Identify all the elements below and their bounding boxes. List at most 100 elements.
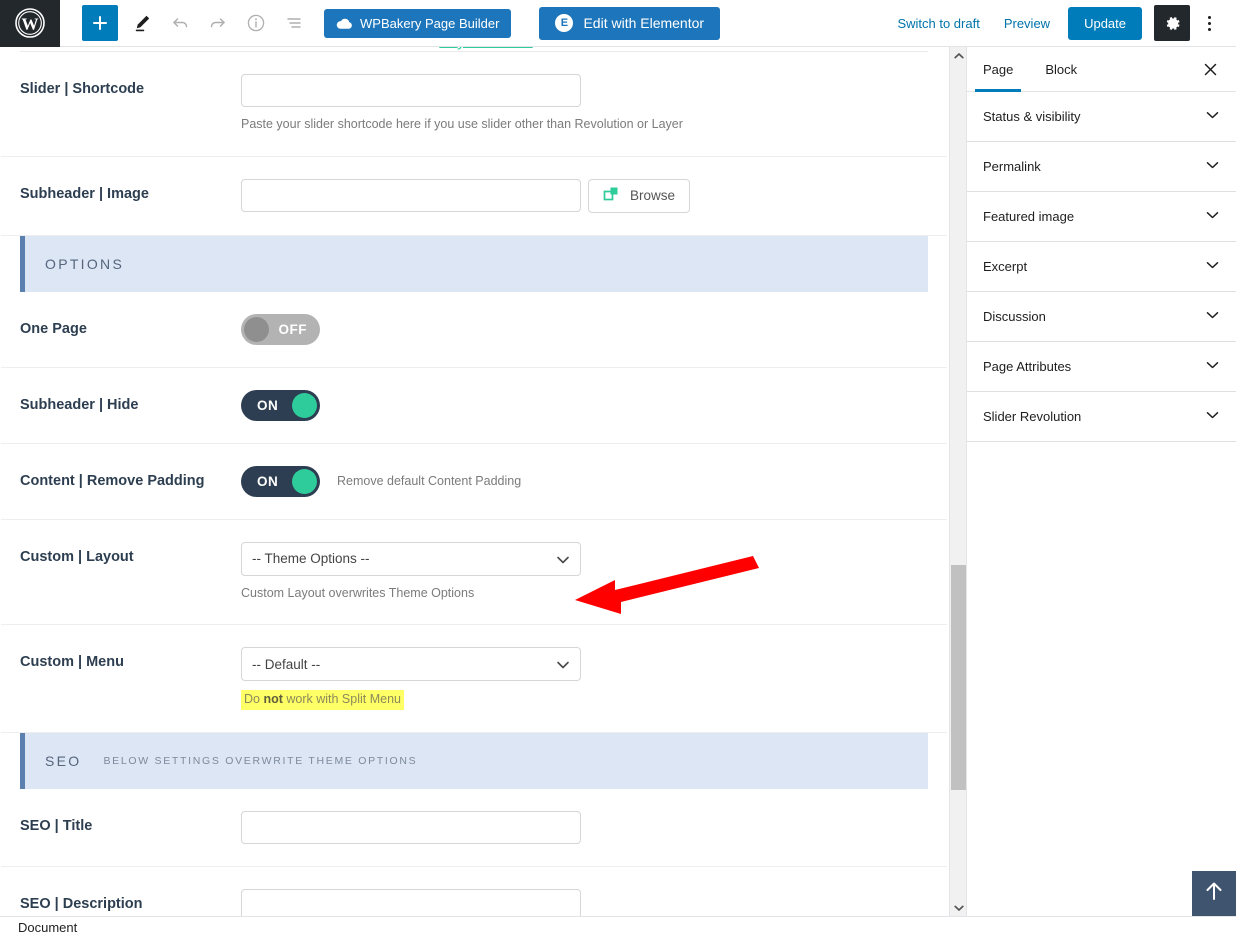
row-seo-title: SEO | Title (1, 789, 947, 867)
row-subheader-image: Subheader | Image Browse (1, 157, 947, 236)
wordpress-block-editor: W WPBakery Page Builder E Edit with Elem… (0, 0, 1236, 937)
scrollbar-down-arrow-icon[interactable] (950, 899, 967, 916)
sidebar-item-label: Featured image (983, 209, 1075, 224)
switch-to-draft-button[interactable]: Switch to draft (885, 16, 991, 31)
browse-button-subheader-image[interactable]: Browse (588, 178, 691, 213)
sidebar-item-status-visibility[interactable]: Status & visibility (967, 92, 1236, 142)
sidebar-item-slider-revolution[interactable]: Slider Revolution (967, 392, 1236, 442)
seo-description-input[interactable] (241, 888, 581, 916)
main-content-scrollbar[interactable] (949, 47, 966, 916)
chevron-down-icon (1205, 359, 1220, 374)
slider-shortcode-input[interactable] (241, 74, 581, 107)
list-view-icon[interactable] (276, 5, 312, 41)
hint-content-remove-padding: Remove default Content Padding (337, 473, 522, 488)
chevron-down-icon (1205, 209, 1220, 224)
scrollbar-thumb[interactable] (951, 565, 966, 790)
hint-custom-layout: Custom Layout overwrites Theme Options (241, 585, 475, 600)
sidebar-item-label: Discussion (983, 309, 1046, 324)
chevron-down-icon (1205, 159, 1220, 174)
sidebar-item-label: Page Attributes (983, 359, 1072, 374)
label-custom-layout: Custom | Layout (20, 548, 134, 565)
sidebar-item-label: Status & visibility (983, 109, 1081, 124)
label-seo-description: SEO | Description (20, 895, 143, 912)
toggle-knob (244, 316, 269, 342)
sidebar-item-discussion[interactable]: Discussion (967, 292, 1236, 342)
hint-slider-shortcode: Paste your slider shortcode here if you … (241, 117, 683, 131)
cloud-heart-icon (336, 17, 353, 30)
gear-icon[interactable] (1154, 5, 1190, 41)
row-custom-layout: Custom | Layout -- Theme Options -- Cust… (1, 520, 947, 625)
clipped-helper-text: Select one from the list of available La… (20, 47, 928, 51)
sidebar-item-excerpt[interactable]: Excerpt (967, 242, 1236, 292)
chevron-down-icon (1205, 309, 1220, 324)
toggle-knob (292, 468, 317, 494)
label-slider-shortcode: Slider | Shortcode (20, 81, 145, 97)
seo-section-header: SEO BELOW SETTINGS OVERWRITE THEME OPTIO… (20, 732, 928, 789)
wordpress-logo-icon[interactable]: W (0, 0, 60, 47)
tab-page[interactable]: Page (967, 47, 1029, 92)
update-button[interactable]: Update (1068, 6, 1142, 40)
sidebar-item-permalink[interactable]: Permalink (967, 142, 1236, 192)
metabox-panel: Select one from the list of available La… (1, 47, 947, 916)
theme-options-metabox: Select one from the list of available La… (0, 47, 966, 916)
elementor-label: Edit with Elementor (583, 15, 705, 31)
scroll-to-top-button[interactable] (1192, 871, 1236, 916)
layer-sliders-link[interactable]: Layer Sliders (439, 47, 532, 50)
chevron-down-icon (1205, 109, 1220, 124)
close-icon[interactable] (1198, 57, 1222, 81)
edit-pencil-icon[interactable] (124, 5, 160, 41)
tab-block-label: Block (1045, 61, 1078, 77)
custom-menu-select[interactable]: -- Default -- (241, 647, 581, 681)
sidebar-item-page-attributes[interactable]: Page Attributes (967, 342, 1236, 392)
tab-page-label: Page (983, 61, 1014, 77)
elementor-badge-icon: E (555, 14, 574, 32)
toolbar-left-tools: WPBakery Page Builder E Edit with Elemen… (60, 0, 721, 47)
toggle-knob (292, 392, 317, 418)
hint-custom-menu-bold: not (263, 692, 283, 706)
sidebar-item-label: Permalink (983, 159, 1041, 174)
wpbakery-label: WPBakery Page Builder (360, 15, 500, 31)
redo-icon[interactable] (200, 5, 236, 41)
kebab-menu-icon[interactable] (1194, 5, 1224, 41)
sidebar-item-label: Slider Revolution (983, 409, 1082, 424)
label-content-remove-padding: Content | Remove Padding (20, 472, 205, 489)
sidebar-tabs: Page Block (967, 47, 1236, 92)
sidebar-item-label: Excerpt (983, 259, 1028, 274)
label-subheader-image: Subheader | Image (20, 185, 149, 202)
hint-custom-menu-prefix: Do (244, 692, 264, 706)
scrollbar-up-arrow-icon[interactable] (950, 47, 967, 64)
seo-section-subtitle: BELOW SETTINGS OVERWRITE THEME OPTIONS (103, 754, 418, 767)
options-section-header: OPTIONS (20, 235, 928, 292)
row-seo-description: SEO | Description (1, 867, 947, 916)
undo-icon[interactable] (162, 5, 198, 41)
toggle-content-remove-padding[interactable]: ON (241, 465, 320, 497)
tab-block[interactable]: Block (1029, 47, 1093, 91)
toolbar-right-tools: Switch to draft Preview Update (885, 0, 1236, 47)
browse-label: Browse (630, 188, 676, 203)
wpbakery-page-builder-button[interactable]: WPBakery Page Builder (324, 8, 512, 38)
toggle-subheader-hide-state: ON (257, 397, 279, 413)
sidebar-item-featured-image[interactable]: Featured image (967, 192, 1236, 242)
row-subheader-hide: Subheader | Hide ON (1, 368, 947, 444)
add-block-button[interactable] (82, 5, 118, 41)
hint-custom-menu-suffix: work with Split Menu (282, 692, 401, 706)
row-custom-menu: Custom | Menu -- Default -- Do not work … (1, 625, 947, 733)
status-bar-label: Document (18, 919, 78, 935)
label-one-page: One Page (20, 320, 87, 337)
hint-custom-menu: Do not work with Split Menu (241, 690, 404, 710)
toggle-one-page[interactable]: OFF (241, 313, 320, 345)
label-subheader-hide: Subheader | Hide (20, 396, 139, 413)
seo-title-input[interactable] (241, 810, 581, 844)
row-content-remove-padding: Content | Remove Padding ON Remove defau… (1, 444, 947, 520)
svg-text:W: W (22, 15, 39, 34)
edit-with-elementor-button[interactable]: E Edit with Elementor (539, 6, 721, 40)
custom-layout-select[interactable]: -- Theme Options -- (241, 541, 581, 576)
chevron-down-icon (1205, 409, 1220, 424)
browse-media-icon (603, 186, 620, 206)
row-slider-shortcode: Slider | Shortcode Paste your slider sho… (1, 52, 947, 157)
editor-settings-sidebar: Page Block Status & visibility Permalink (966, 47, 1236, 916)
toggle-subheader-hide[interactable]: ON (241, 389, 320, 421)
details-info-icon[interactable] (238, 5, 274, 41)
preview-button[interactable]: Preview (992, 16, 1062, 31)
subheader-image-input[interactable] (241, 178, 581, 212)
